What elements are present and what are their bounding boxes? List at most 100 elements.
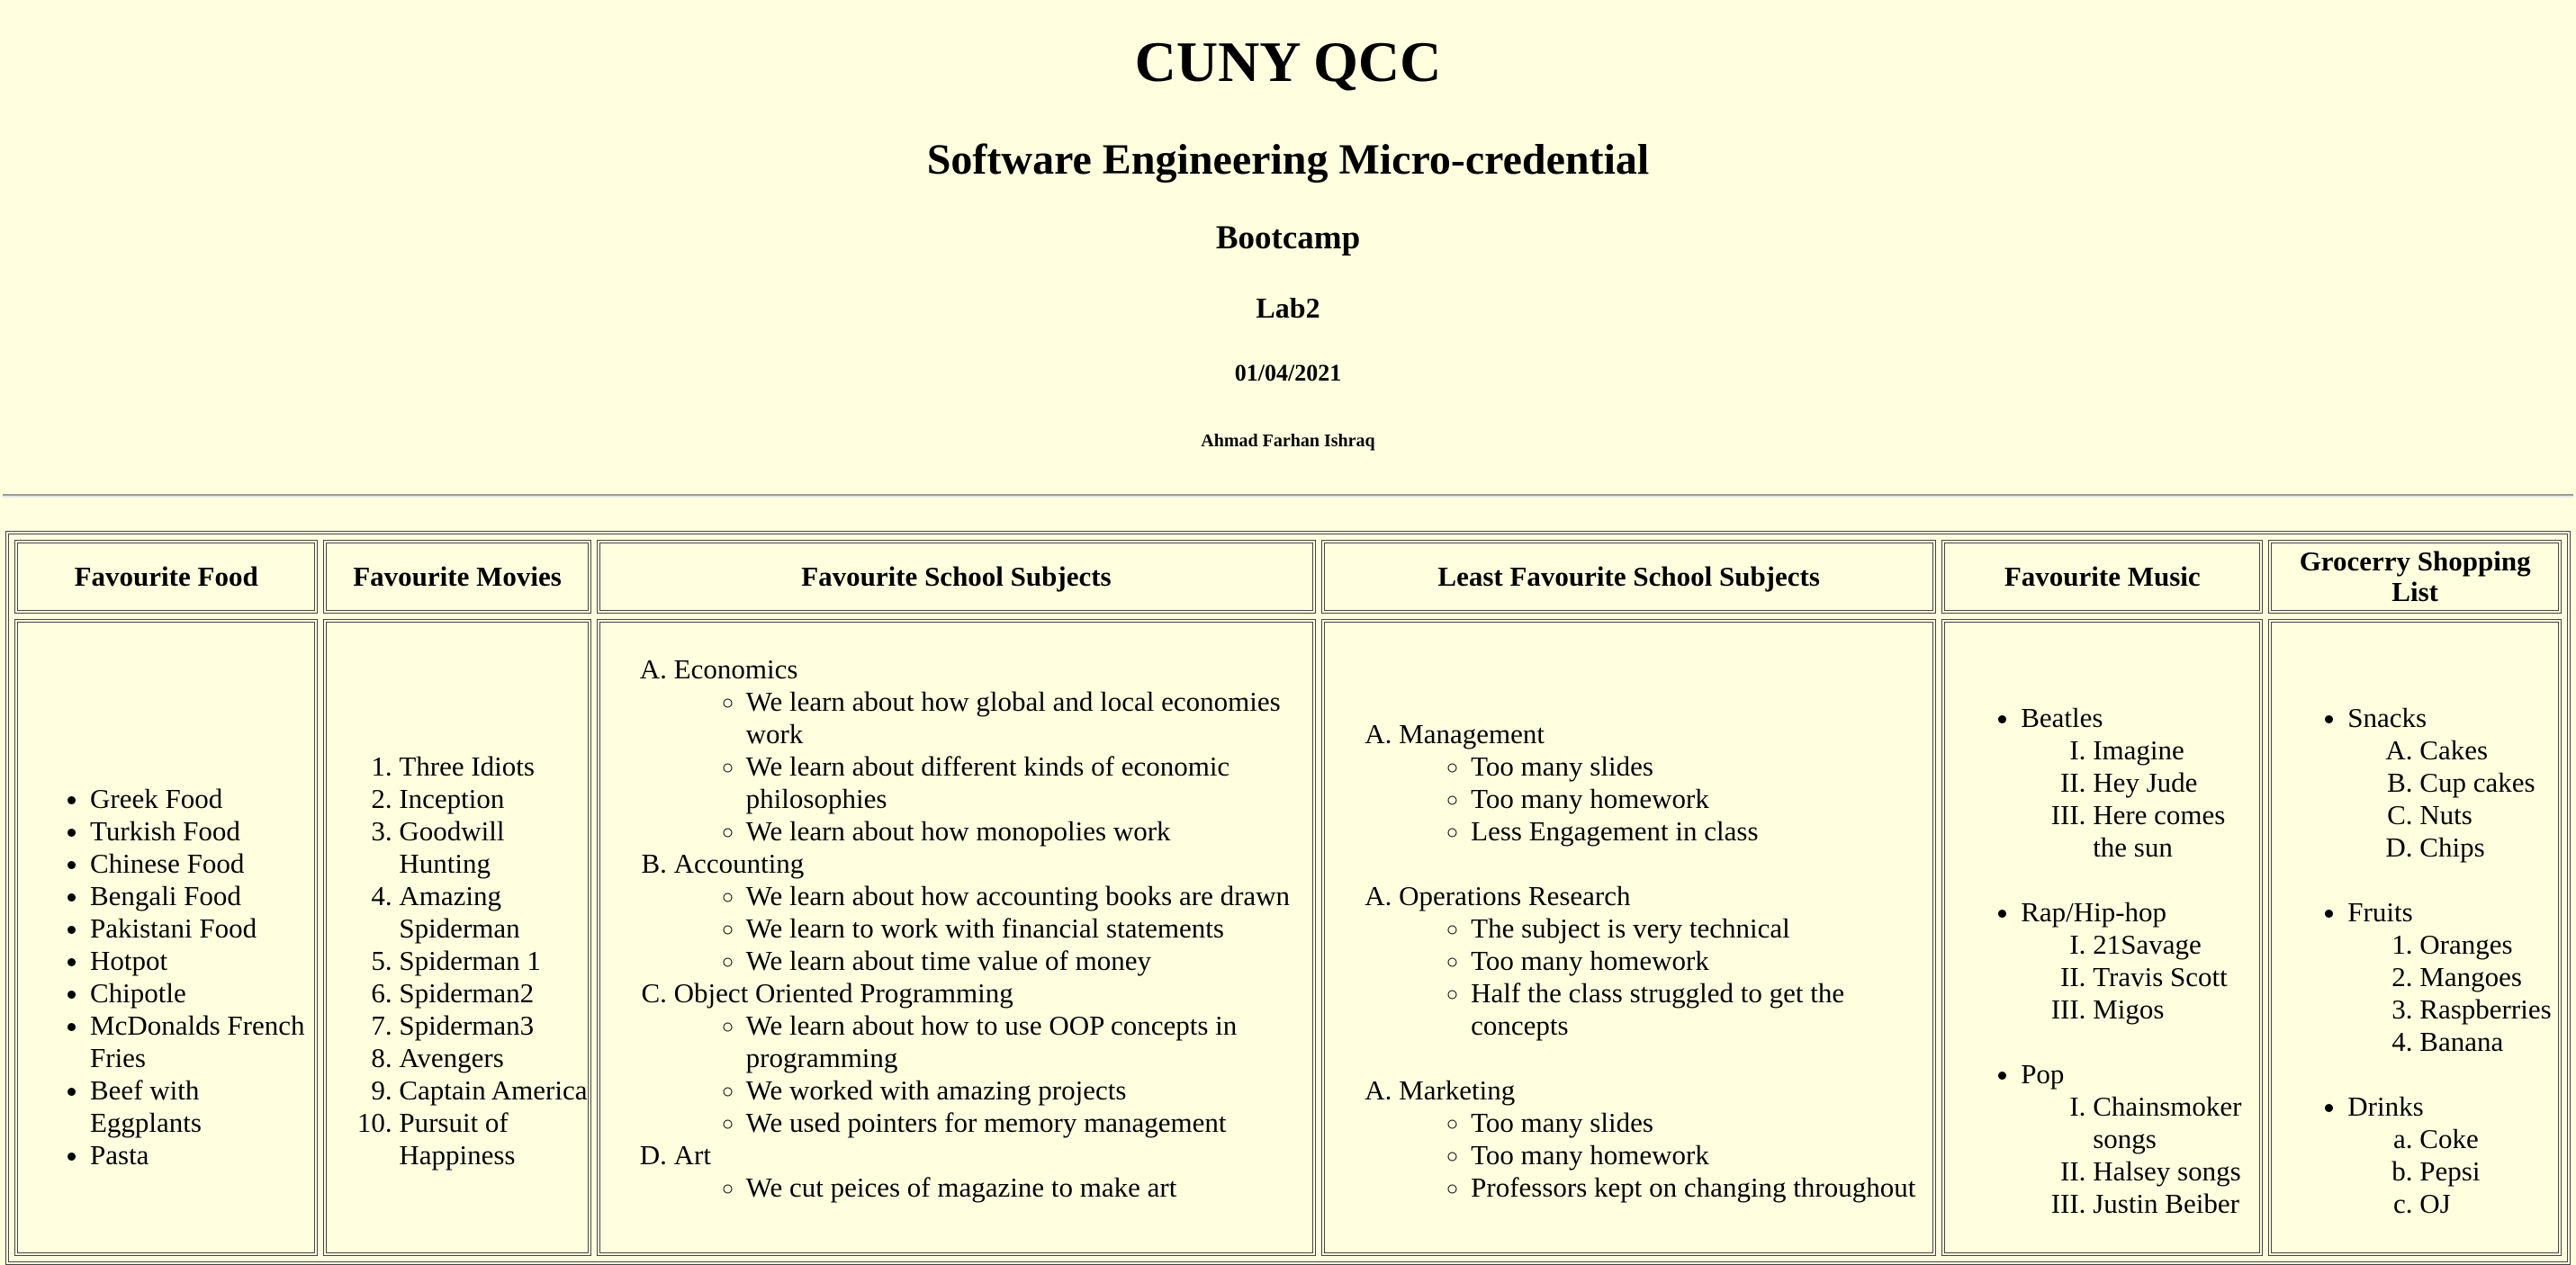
least-subject-group: ManagementToo many slidesToo many homewo… [1325, 718, 1932, 848]
music-genre-item: PopChainsmoker songsHalsey songsJustin B… [2021, 1058, 2259, 1220]
subject-points: We learn about how global and local econ… [674, 686, 1312, 848]
grocery-category-name: Fruits [2347, 896, 2413, 928]
subject-point: The subject is very technical [1471, 912, 1932, 945]
song-item: Hey Jude [2093, 767, 2259, 799]
grocery-item: Chips [2419, 831, 2558, 864]
movie-item: Spiderman3 [399, 1009, 587, 1042]
grocery-category-name: Snacks [2347, 702, 2427, 733]
subject-point: Too many slides [1471, 1107, 1932, 1139]
subject-point: Too many homework [1471, 945, 1932, 977]
least-subjects-list: ManagementToo many slidesToo many homewo… [1325, 623, 1932, 1204]
subject-name: Management [1399, 718, 1545, 749]
food-list: Greek FoodTurkish FoodChinese FoodBengal… [18, 623, 314, 1171]
subject-point: We learn to work with financial statemen… [746, 912, 1312, 945]
subject-point: We worked with amazing projects [746, 1074, 1312, 1107]
column-header-food: Favourite Food [14, 540, 319, 614]
food-cell: Greek FoodTurkish FoodChinese FoodBengal… [14, 619, 319, 1256]
song-item: Chainsmoker songs [2093, 1090, 2259, 1155]
movies-cell: Three IdiotsInceptionGoodwill HuntingAma… [323, 619, 591, 1256]
table-content-row: Greek FoodTurkish FoodChinese FoodBengal… [14, 619, 2562, 1256]
song-item: Here comes the sun [2093, 799, 2259, 864]
music-cell: BeatlesImagineHey JudeHere comes the sun… [1941, 619, 2264, 1256]
song-item: Halsey songs [2093, 1155, 2259, 1188]
grocery-item: Nuts [2419, 799, 2558, 831]
favourite-subject-item: Art We cut peices of magazine to make art [674, 1139, 1312, 1204]
movie-item: Pursuit of Happiness [399, 1107, 587, 1171]
subject-name: Art [673, 1139, 711, 1171]
grocery-item: Banana [2419, 1026, 2558, 1058]
favourite-subject-item: Object Oriented ProgrammingWe learn abou… [674, 977, 1312, 1139]
movie-item: Captain America [399, 1074, 587, 1107]
grocery-item: Cup cakes [2419, 767, 2558, 799]
song-list: Chainsmoker songsHalsey songsJustin Beib… [2021, 1090, 2259, 1220]
program-heading: Bootcamp [1215, 220, 1361, 256]
subject-point: We learn about how accounting books are … [746, 880, 1312, 912]
page-header: CUNY QCC Software Engineering Micro-cred… [0, 0, 2576, 452]
grocery-items: CokePepsiOJ [2347, 1123, 2558, 1220]
column-header-music: Favourite Music [1941, 540, 2264, 614]
page-subtitle: Software Engineering Micro-credential [926, 136, 1650, 184]
food-item: Pasta [90, 1139, 314, 1171]
subject-point: We learn about how global and local econ… [746, 686, 1312, 750]
music-list: BeatlesImagineHey JudeHere comes the sun… [1945, 623, 2259, 1220]
subject-point: We learn about different kinds of econom… [746, 750, 1312, 815]
subject-points: We learn about how to use OOP concepts i… [674, 1009, 1312, 1139]
least-subject-group: Operations ResearchThe subject is very t… [1325, 880, 1932, 1042]
least-subject-group: MarketingToo many slidesToo many homewor… [1325, 1074, 1932, 1204]
subject-point: We used pointers for memory management [746, 1107, 1312, 1139]
music-genre-name: Pop [2021, 1058, 2065, 1090]
page-title: CUNY QCC [1134, 30, 1442, 94]
favourite-subject-item: EconomicsWe learn about how global and l… [674, 653, 1312, 848]
author-heading: Ahmad Farhan Ishraq [1201, 431, 1375, 451]
subject-point: Less Engagement in class [1471, 815, 1932, 848]
least-subject-item: MarketingToo many slidesToo many homewor… [1399, 1074, 1932, 1204]
subject-points: Too many slidesToo many homeworkProfesso… [1399, 1107, 1932, 1204]
subject-points: Too many slidesToo many homeworkLess Eng… [1399, 750, 1932, 848]
song-list: 21SavageTravis ScottMigos [2021, 929, 2259, 1026]
food-item: Chinese Food [90, 848, 314, 880]
song-item: Travis Scott [2093, 961, 2259, 993]
music-genre-name: Rap/Hip-hop [2021, 896, 2167, 928]
food-item: Greek Food [90, 783, 314, 815]
subject-points: The subject is very technicalToo many ho… [1399, 912, 1932, 1042]
music-genre-name: Beatles [2021, 702, 2103, 733]
food-item: Pakistani Food [90, 912, 314, 945]
song-item: Migos [2093, 993, 2259, 1026]
column-header-grocery: Grocerry Shopping List [2268, 540, 2562, 614]
grocery-cell: SnacksCakesCup cakesNutsChipsFruitsOrang… [2268, 619, 2562, 1256]
subject-point: Too many homework [1471, 1139, 1932, 1171]
date-heading: 01/04/2021 [1234, 360, 1342, 386]
movies-list: Three IdiotsInceptionGoodwill HuntingAma… [327, 623, 587, 1171]
subject-point: Half the class struggled to get the conc… [1471, 977, 1932, 1042]
food-item: Turkish Food [90, 815, 314, 848]
grocery-category-item: DrinksCokePepsiOJ [2347, 1090, 2558, 1220]
favourites-table: Favourite Food Favourite Movies Favourit… [5, 531, 2571, 1265]
subject-points: We cut peices of magazine to make art [674, 1171, 1312, 1204]
song-item: Imagine [2093, 734, 2259, 767]
movie-item: Amazing Spiderman [399, 880, 587, 945]
column-header-favourite-subjects: Favourite School Subjects [596, 540, 1317, 614]
column-header-least-subjects: Least Favourite School Subjects [1321, 540, 1937, 614]
grocery-item: Mangoes [2419, 961, 2558, 993]
food-item: Chipotle [90, 977, 314, 1009]
subject-point: Too many slides [1471, 750, 1932, 783]
grocery-item: Cakes [2419, 734, 2558, 767]
grocery-item: Oranges [2419, 929, 2558, 961]
grocery-list: SnacksCakesCup cakesNutsChipsFruitsOrang… [2272, 623, 2558, 1220]
grocery-category-item: SnacksCakesCup cakesNutsChips [2347, 702, 2558, 864]
movie-item: Spiderman 1 [399, 945, 587, 977]
grocery-category-item: FruitsOrangesMangoesRaspberriesBanana [2347, 896, 2558, 1058]
grocery-category-name: Drinks [2347, 1090, 2424, 1122]
favourite-subject-item: AccountingWe learn about how accounting … [674, 848, 1312, 977]
movie-item: Spiderman2 [399, 977, 587, 1009]
grocery-item: Coke [2419, 1123, 2558, 1155]
subject-point: We cut peices of magazine to make art [746, 1171, 1312, 1204]
lab-heading: Lab2 [1256, 292, 1320, 324]
grocery-item: Pepsi [2419, 1155, 2558, 1188]
food-item: McDonalds French Fries [90, 1009, 314, 1074]
subject-point: We learn about how monopolies work [746, 815, 1312, 848]
food-item: Hotpot [90, 945, 314, 977]
least-subject-item: Operations ResearchThe subject is very t… [1399, 880, 1932, 1042]
food-item: Bengali Food [90, 880, 314, 912]
subject-name: Marketing [1399, 1074, 1516, 1106]
